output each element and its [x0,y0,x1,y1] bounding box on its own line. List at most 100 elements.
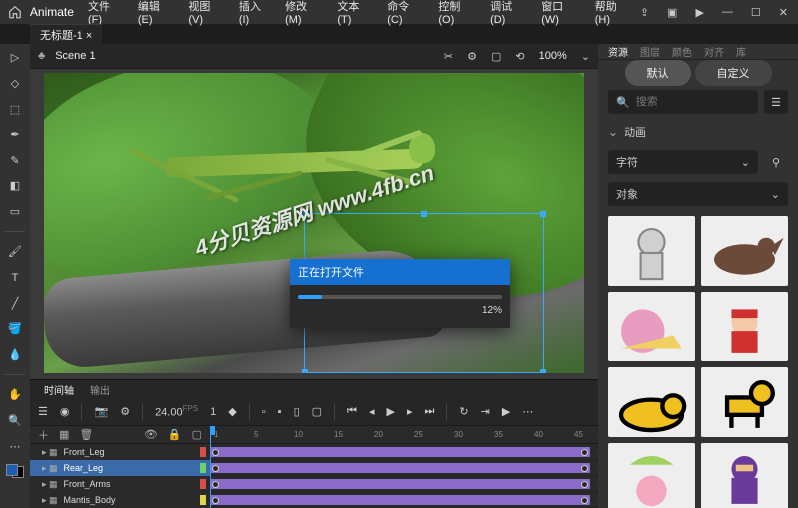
asset-pig-parachute[interactable] [608,443,695,508]
first-frame-icon[interactable]: ⏮ [347,405,357,418]
last-frame-icon[interactable]: ⏭ [424,405,434,418]
menu-commands[interactable]: 命令(C) [381,0,430,29]
dropdown-object[interactable]: 对象⌄ [608,182,788,206]
layer-row[interactable]: ▸ ▦Rear_Leg [30,460,210,476]
camera-icon[interactable]: 📷 [94,405,108,418]
line-tool-icon[interactable]: ╱ [5,295,25,311]
timeline-play-icon[interactable]: ▶ [502,405,510,418]
close-icon[interactable]: ✕ [779,6,788,19]
asset-snail[interactable] [608,292,695,362]
export-icon[interactable]: ⇥ [481,405,490,418]
search-box[interactable]: 🔍 [608,90,758,114]
timeline-tracks[interactable]: 151015202530354045 [210,426,598,508]
filter-icon[interactable]: ⚲ [764,150,788,174]
asset-dog-lying[interactable] [608,367,695,437]
asset-ninja[interactable] [701,443,788,508]
insert-blank-icon[interactable]: ▯ [294,405,300,418]
subtab-custom[interactable]: 自定义 [695,60,772,86]
add-folder-icon[interactable]: ▦ [59,428,69,441]
fps-value[interactable]: 24.00 [155,407,183,419]
lasso-tool-icon[interactable]: ◇ [5,76,25,92]
menu-insert[interactable]: 插入(I) [233,0,277,29]
delete-layer-icon[interactable]: 🗑 [79,428,93,441]
asset-santa[interactable] [701,292,788,362]
scene-icon[interactable]: ♣ [38,50,45,62]
search-input[interactable] [636,96,750,108]
layer-color-swatch[interactable] [200,463,206,473]
visibility-header-icon[interactable]: 👁 [144,428,158,441]
stage[interactable]: 正在打开文件 12% 4分贝资源网 www.4fb.cn [30,69,598,379]
menu-debug[interactable]: 调试(D) [484,0,533,29]
asset-mummy[interactable] [608,216,695,286]
brush-tool-icon[interactable]: 🖌 [5,244,25,260]
outline-header-icon[interactable]: ▢ [192,428,202,441]
layer-color-swatch[interactable] [200,479,206,489]
layer-color-swatch[interactable] [200,447,206,457]
tab-align[interactable]: 对齐 [704,44,724,59]
clip-icon[interactable]: ✂ [444,50,453,63]
menu-control[interactable]: 控制(O) [432,0,482,29]
menu-help[interactable]: 帮助(H) [589,0,638,29]
prev-frame-icon[interactable]: ◂ [369,405,375,418]
rotate-icon[interactable]: ⟲ [515,50,524,63]
menu-edit[interactable]: 编辑(E) [132,0,181,29]
next-frame-icon[interactable]: ▸ [407,405,413,418]
tab-layers[interactable]: 图层 [640,44,660,59]
timeline-track[interactable] [210,460,598,476]
tab-timeline[interactable]: 时间轴 [36,380,82,399]
list-view-icon[interactable]: ☰ [764,90,788,114]
rectangle-tool-icon[interactable]: ▭ [5,204,25,220]
keyframe-icon[interactable]: ◆ [228,405,236,418]
minimize-icon[interactable]: — [722,6,733,18]
remove-frame-icon[interactable]: ▢ [312,405,322,418]
canvas[interactable] [44,73,584,373]
add-layer-icon[interactable]: ＋ [38,427,49,443]
pen-tool-icon[interactable]: ✒ [5,127,25,143]
layer-row[interactable]: ▸ ▦Mantis_Body [30,492,210,508]
lock-header-icon[interactable]: 🔒 [168,428,182,441]
dropdown-character[interactable]: 字符⌄ [608,150,758,174]
menu-text[interactable]: 文本(T) [331,0,379,29]
menu-window[interactable]: 窗口(W) [535,0,587,29]
layer-row[interactable]: ▸ ▦Front_Leg [30,444,210,460]
maximize-icon[interactable]: ☐ [751,6,761,19]
insert-keyframe-icon[interactable]: ▪ [278,406,282,418]
timeline-track[interactable] [210,492,598,508]
loop-icon[interactable]: ↻ [459,405,468,418]
graph-icon[interactable]: ⚙ [120,405,130,418]
fit-icon[interactable]: ▢ [491,50,501,63]
free-transform-icon[interactable]: ⬚ [5,101,25,117]
hand-tool-icon[interactable]: ✋ [5,387,25,403]
more-tools-icon[interactable]: ⋯ [5,438,25,454]
zoom-dropdown-icon[interactable]: ⌄ [581,50,590,63]
tab-output[interactable]: 输出 [82,380,118,399]
home-icon[interactable] [4,5,26,19]
playhead[interactable] [210,426,211,508]
layer-row[interactable]: ▸ ▦Front_Arms [30,476,210,492]
zoom-tool-icon[interactable]: 🔍 [5,413,25,429]
fill-stroke-swatch[interactable] [6,464,24,478]
asset-wolf[interactable] [701,216,788,286]
frame-ruler[interactable]: 151015202530354045 [210,426,598,444]
stage-settings-icon[interactable]: ⚙ [467,50,477,63]
play-icon[interactable]: ▶ [695,6,703,19]
timeline-track[interactable] [210,444,598,460]
frame-number[interactable]: 1 [210,406,216,418]
zoom-value[interactable]: 100% [539,50,567,62]
menu-modify[interactable]: 修改(M) [279,0,329,29]
paint-bucket-icon[interactable]: 🪣 [5,321,25,337]
eraser-tool-icon[interactable]: ◧ [5,178,25,194]
timeline-more-icon[interactable]: ⋯ [522,405,533,418]
insert-frame-icon[interactable]: ▫ [262,406,266,418]
doc-tab[interactable]: 无标题-1 × [30,24,102,45]
text-tool-icon[interactable]: T [5,270,25,286]
tab-color[interactable]: 颜色 [672,44,692,59]
selection-tool-icon[interactable]: ▷ [5,50,25,66]
eyedropper-icon[interactable]: 💧 [5,347,25,363]
menu-view[interactable]: 视图(V) [182,0,231,29]
timeline-track[interactable] [210,476,598,492]
layers-icon[interactable]: ☰ [38,405,48,418]
play-button-icon[interactable]: ▶ [386,405,394,418]
asset-dog-standing[interactable] [701,367,788,437]
layer-color-swatch[interactable] [200,495,206,505]
